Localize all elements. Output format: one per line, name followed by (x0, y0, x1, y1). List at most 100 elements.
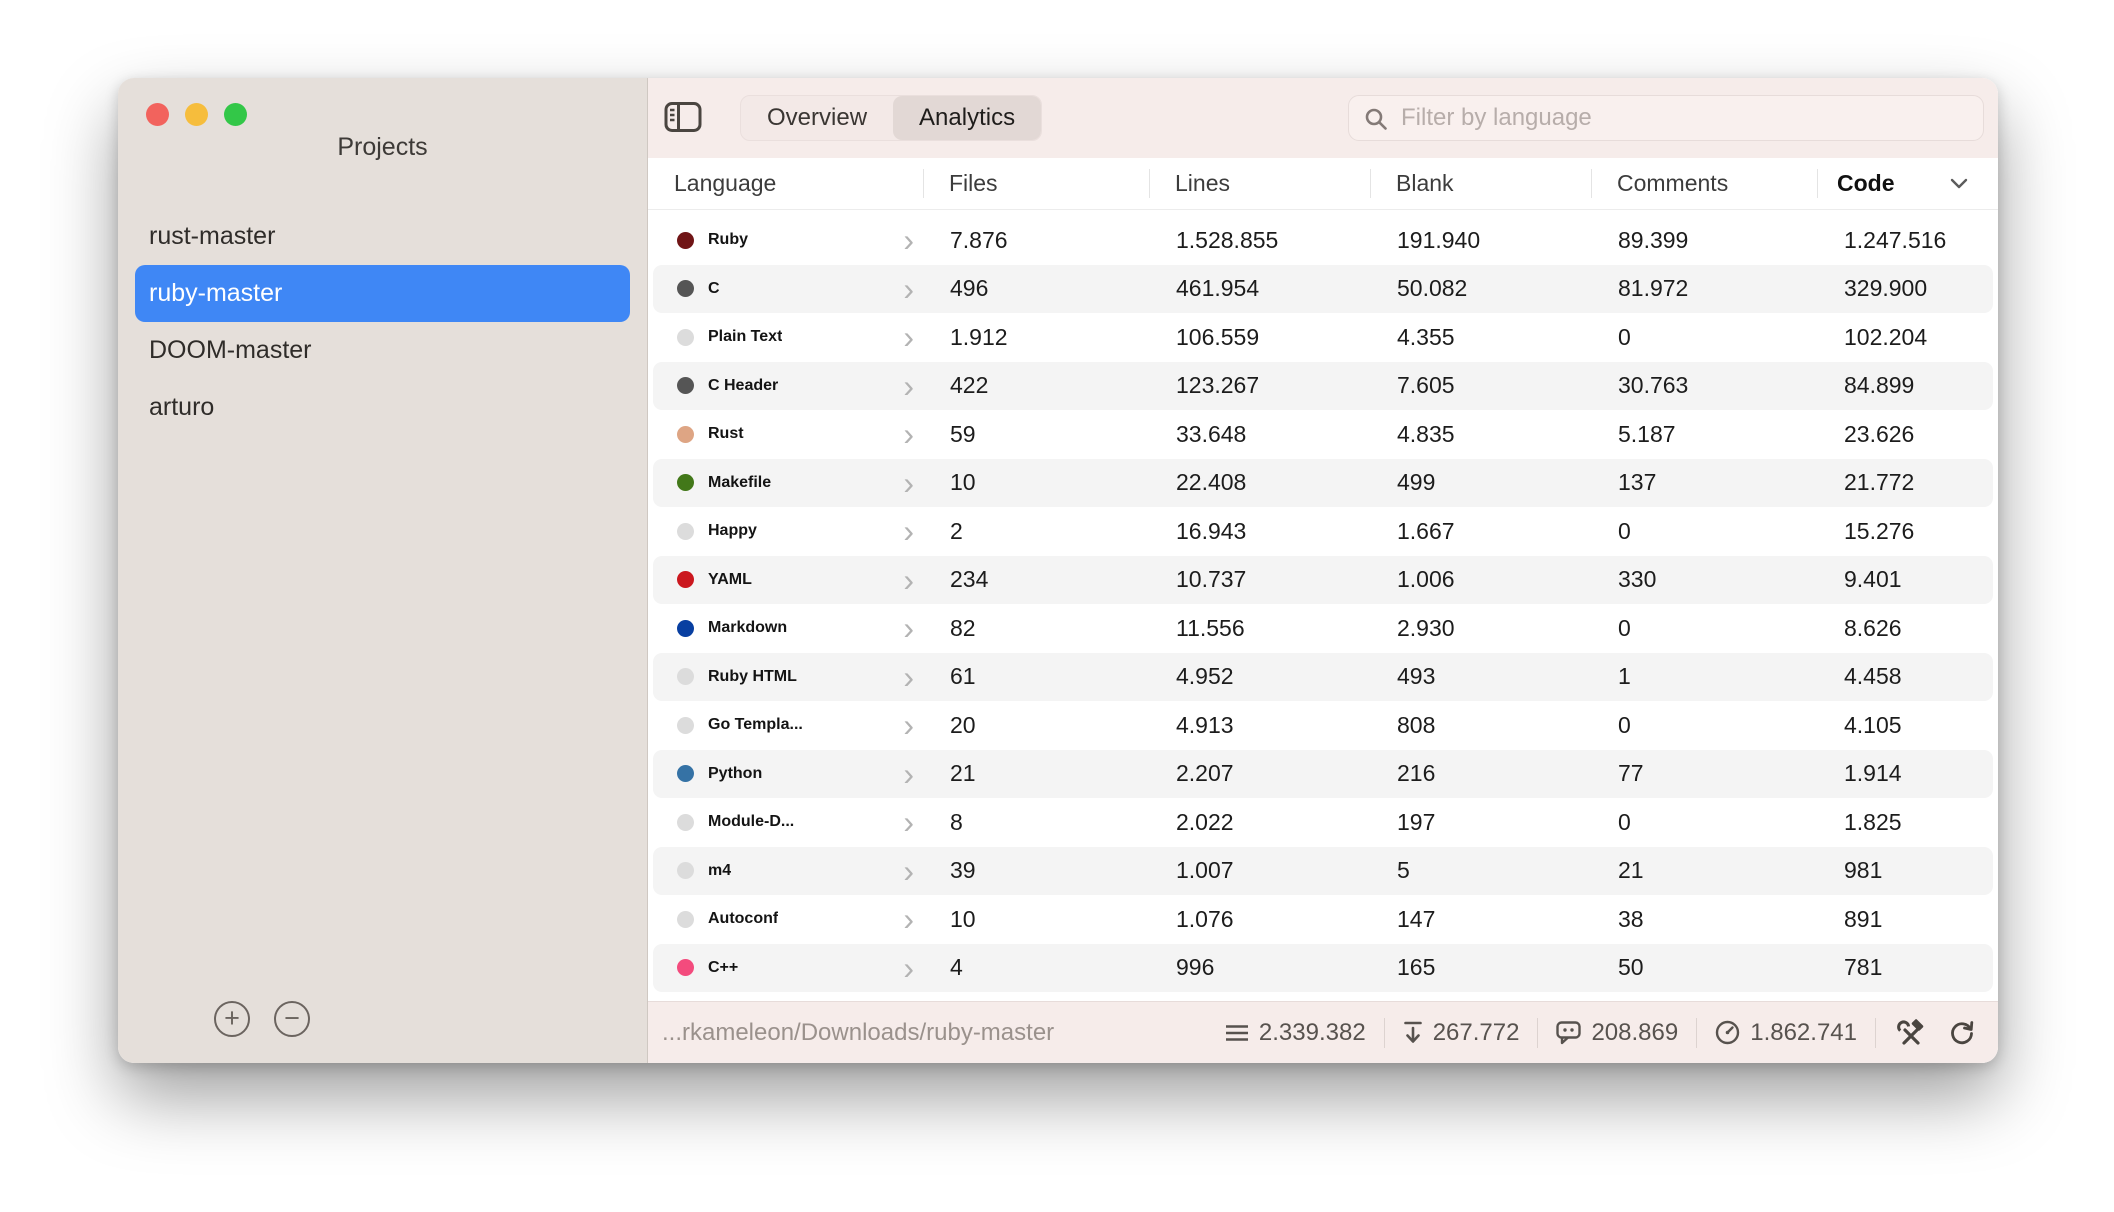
expand-chevron-right-icon[interactable]: › (903, 376, 914, 396)
column-header-lines[interactable]: Lines (1149, 158, 1370, 209)
expand-chevron-right-icon[interactable]: › (903, 958, 914, 978)
blank-cell: 493 (1375, 663, 1596, 690)
code-cell: 15.276 (1822, 518, 1993, 545)
traffic-lights (146, 103, 247, 126)
blank-cell: 1.667 (1375, 518, 1596, 545)
language-color-dot (677, 814, 694, 831)
expand-chevron-right-icon[interactable]: › (903, 861, 914, 881)
language-color-dot (677, 377, 694, 394)
expand-chevron-right-icon[interactable]: › (903, 521, 914, 541)
files-cell: 10 (928, 906, 1154, 933)
table-row[interactable]: Plain Text › 1.912 106.559 4.355 0 102.2… (653, 313, 1993, 362)
table-row[interactable]: Happy › 2 16.943 1.667 0 15.276 (653, 507, 1993, 556)
minimize-button[interactable] (185, 103, 208, 126)
expand-chevron-right-icon[interactable]: › (903, 279, 914, 299)
table-row[interactable]: Markdown › 82 11.556 2.930 0 8.626 (653, 604, 1993, 653)
column-header-code[interactable]: Code (1817, 158, 1998, 209)
language-cell: Module-D... › (653, 798, 928, 847)
lines-cell: 22.408 (1154, 469, 1375, 496)
table-row[interactable]: Ruby › 7.876 1.528.855 191.940 89.399 1.… (653, 216, 1993, 265)
close-button[interactable] (146, 103, 169, 126)
blank-cell: 1.006 (1375, 566, 1596, 593)
blank-cell: 197 (1375, 809, 1596, 836)
table-row[interactable]: C++ › 4 996 165 50 781 (653, 944, 1993, 993)
table-row[interactable]: m4 › 39 1.007 5 21 981 (653, 847, 1993, 896)
language-name: Autoconf (708, 910, 778, 928)
expand-chevron-right-icon[interactable]: › (903, 667, 914, 687)
table-row[interactable]: C Header › 422 123.267 7.605 30.763 84.8… (653, 362, 1993, 411)
language-color-dot (677, 280, 694, 297)
code-cell: 781 (1822, 954, 1993, 981)
sidebar-project-item[interactable]: ruby-master (135, 265, 630, 322)
remove-project-button[interactable]: − (274, 1001, 310, 1037)
language-cell: Rust › (653, 410, 928, 459)
column-header-blank[interactable]: Blank (1370, 158, 1591, 209)
blank-cell: 216 (1375, 760, 1596, 787)
comments-cell: 0 (1596, 615, 1822, 642)
status-bar: ...rkameleon/Downloads/ruby-master 2.339… (648, 1001, 1998, 1063)
expand-chevron-right-icon[interactable]: › (903, 327, 914, 347)
blank-cell: 5 (1375, 857, 1596, 884)
language-name: YAML (708, 571, 752, 589)
language-name: C++ (708, 959, 738, 977)
refresh-button[interactable] (1948, 1019, 1976, 1047)
divider (1537, 1018, 1538, 1048)
settings-button[interactable] (1896, 1018, 1926, 1048)
expand-chevron-right-icon[interactable]: › (903, 230, 914, 250)
sidebar-title: Projects (118, 133, 647, 162)
column-header-comments[interactable]: Comments (1591, 158, 1817, 209)
search-icon (1364, 107, 1388, 131)
lines-icon (1225, 1024, 1249, 1042)
table-row[interactable]: C › 496 461.954 50.082 81.972 329.900 (653, 265, 1993, 314)
expand-chevron-right-icon[interactable]: › (903, 473, 914, 493)
column-header-language[interactable]: Language (648, 158, 923, 209)
sort-chevron-down-icon (1950, 178, 1968, 189)
lines-cell: 10.737 (1154, 566, 1375, 593)
view-tab[interactable]: Overview (741, 96, 893, 140)
table-row[interactable]: Ruby HTML › 61 4.952 493 1 4.458 (653, 653, 1993, 702)
expand-chevron-right-icon[interactable]: › (903, 424, 914, 444)
table-row[interactable]: YAML › 234 10.737 1.006 330 9.401 (653, 556, 1993, 605)
table-row[interactable]: Autoconf › 10 1.076 147 38 891 (653, 895, 1993, 944)
sidebar-project-item[interactable]: DOOM-master (135, 322, 630, 379)
comments-cell: 89.399 (1596, 227, 1822, 254)
language-name: Python (708, 765, 762, 783)
table-row[interactable]: Go Templa... › 20 4.913 808 0 4.105 (653, 701, 1993, 750)
code-cell: 4.105 (1822, 712, 1993, 739)
zoom-button[interactable] (224, 103, 247, 126)
expand-chevron-right-icon[interactable]: › (903, 715, 914, 735)
sidebar-project-item[interactable]: arturo (135, 379, 630, 436)
language-color-dot (677, 959, 694, 976)
code-cell: 21.772 (1822, 469, 1993, 496)
add-project-button[interactable]: + (214, 1001, 250, 1037)
expand-chevron-right-icon[interactable]: › (903, 909, 914, 929)
language-name: Go Templa... (708, 716, 803, 734)
toggle-sidebar-button[interactable] (664, 101, 702, 136)
expand-chevron-right-icon[interactable]: › (903, 570, 914, 590)
expand-chevron-right-icon[interactable]: › (903, 764, 914, 784)
expand-chevron-right-icon[interactable]: › (903, 812, 914, 832)
language-name: m4 (708, 862, 731, 880)
table-row[interactable]: Module-D... › 8 2.022 197 0 1.825 (653, 798, 1993, 847)
lines-cell: 106.559 (1154, 324, 1375, 351)
code-cell: 891 (1822, 906, 1993, 933)
comments-cell: 0 (1596, 324, 1822, 351)
expand-chevron-right-icon[interactable]: › (903, 618, 914, 638)
files-cell: 4 (928, 954, 1154, 981)
search-input[interactable] (1348, 95, 1984, 141)
language-color-dot (677, 232, 694, 249)
blank-cell: 147 (1375, 906, 1596, 933)
language-name: C (708, 280, 720, 298)
table-row[interactable]: Python › 21 2.207 216 77 1.914 (653, 750, 1993, 799)
sidebar-project-item[interactable]: rust-master (135, 208, 630, 265)
language-color-dot (677, 329, 694, 346)
view-tab[interactable]: Analytics (893, 96, 1041, 140)
language-name: Ruby (708, 231, 748, 249)
files-cell: 234 (928, 566, 1154, 593)
app-window: Projects rust-master ruby-master DOOM-ma… (118, 78, 1998, 1063)
blank-cell: 4.355 (1375, 324, 1596, 351)
comments-icon (1556, 1021, 1581, 1045)
column-header-files[interactable]: Files (923, 158, 1149, 209)
table-row[interactable]: Rust › 59 33.648 4.835 5.187 23.626 (653, 410, 1993, 459)
table-row[interactable]: Makefile › 10 22.408 499 137 21.772 (653, 459, 1993, 508)
